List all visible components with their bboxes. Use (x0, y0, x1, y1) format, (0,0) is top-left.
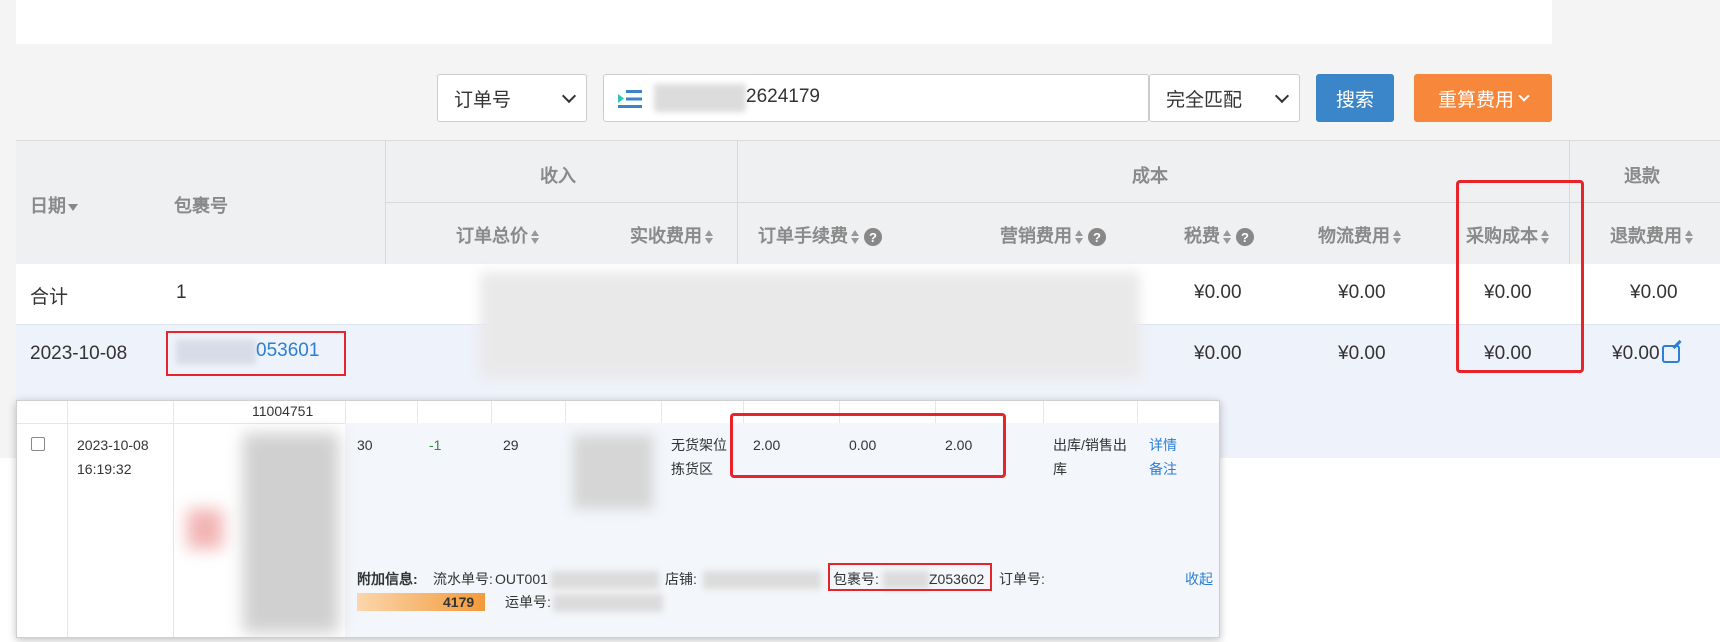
popup-date: 2023-10-08 (77, 437, 149, 453)
redacted-product-badge (187, 509, 223, 549)
header-tax[interactable]: 税费? (1184, 222, 1254, 248)
search-button[interactable]: 搜索 (1316, 74, 1394, 122)
waybill-label: 运单号: (505, 594, 551, 610)
total-package-count: 1 (176, 282, 187, 303)
sort-icon (1684, 228, 1694, 246)
header-marketing-fee[interactable]: 营销费用? (1000, 222, 1106, 248)
header-logistics-fee[interactable]: 物流费用 (1318, 222, 1402, 248)
serial-value: OUT001 (495, 571, 548, 587)
header-refund-group: 退款 (1624, 166, 1660, 186)
store-label: 店铺: (665, 571, 697, 587)
redacted-product-image (243, 433, 339, 633)
sort-icon (704, 228, 714, 246)
detail-link[interactable]: 详情 (1149, 433, 1177, 457)
total-refund: ¥0.00 (1630, 282, 1678, 303)
popup-order-value: 4179 (443, 594, 475, 610)
sort-icon (850, 228, 860, 246)
header-order-total[interactable]: 订单总价 (456, 222, 540, 248)
top-panel (16, 0, 1552, 44)
redacted-store (703, 571, 821, 589)
search-field-select[interactable]: 订单号 (437, 74, 587, 122)
header-date[interactable]: 日期 (30, 192, 78, 218)
match-mode-value: 完全匹配 (1166, 89, 1243, 111)
note-link[interactable]: 备注 (1149, 457, 1177, 481)
sort-down-icon (68, 203, 78, 211)
popup-qty-remaining: 29 (503, 437, 519, 453)
extra-info-label: 附加信息: (357, 571, 418, 587)
header-cost-group: 成本 (1132, 166, 1168, 186)
popup-top-code: 11004751 (252, 403, 314, 419)
chevron-down-icon (1518, 90, 1530, 102)
header-actual-fee[interactable]: 实收费用 (630, 222, 714, 248)
redacted-thumbnail (573, 435, 653, 509)
highlight-package-box (166, 331, 346, 376)
header-package-no: 包裹号 (174, 196, 228, 216)
chevron-down-icon (1274, 88, 1290, 104)
help-icon[interactable]: ? (864, 228, 882, 247)
total-label: 合计 (30, 287, 69, 308)
popup-order-label: 订单号: (999, 571, 1045, 587)
popup-time: 16:19:32 (77, 461, 132, 477)
row-logistics: ¥0.00 (1338, 343, 1386, 364)
popup-qty-change: -1 (429, 437, 442, 453)
popup-qty-total: 30 (357, 437, 373, 453)
recalc-fee-button[interactable]: 重算费用 (1414, 74, 1552, 122)
highlight-popup-package (828, 563, 992, 591)
search-field-select-value: 订单号 (454, 89, 512, 111)
popup-location-line1: 无货架位 (671, 437, 727, 453)
help-icon[interactable]: ? (1088, 228, 1106, 247)
search-query-text: 2624179 (746, 86, 820, 107)
row-tax: ¥0.00 (1194, 343, 1242, 364)
sort-icon (1392, 228, 1402, 246)
sort-icon (1074, 228, 1084, 246)
sort-icon (530, 228, 540, 246)
collapse-link[interactable]: 收起 (1185, 567, 1213, 591)
redacted-amounts (480, 272, 1140, 378)
redacted-serial (551, 571, 659, 589)
redacted-waybill (553, 594, 663, 612)
total-tax: ¥0.00 (1194, 282, 1242, 303)
list-icon (618, 90, 642, 108)
header-income-group: 收入 (540, 166, 576, 186)
highlight-cost-values (730, 413, 1006, 478)
redacted-query-prefix (654, 84, 746, 112)
header-order-fee[interactable]: 订单手续费? (758, 222, 882, 248)
row-refund: ¥0.00 (1612, 343, 1680, 365)
popup-location-line2: 拣货区 (671, 461, 713, 477)
popup-type-line1: 出库/销售出 (1053, 437, 1127, 453)
match-mode-select[interactable]: 完全匹配 (1149, 74, 1300, 122)
popup-type-line2: 库 (1053, 461, 1067, 477)
help-icon[interactable]: ? (1236, 228, 1254, 247)
header-refund-fee[interactable]: 退款费用 (1610, 222, 1694, 248)
highlight-purchase-cost (1456, 180, 1584, 373)
row-date: 2023-10-08 (30, 343, 128, 364)
chevron-down-icon (561, 88, 577, 104)
serial-label: 流水单号: (433, 571, 493, 587)
edit-icon[interactable] (1661, 344, 1680, 363)
total-logistics: ¥0.00 (1338, 282, 1386, 303)
sort-icon (1222, 228, 1232, 246)
inventory-detail-popup: 11004751 2023-10-08 16:19:32 30 -1 29 无货… (16, 400, 1220, 638)
row-checkbox[interactable] (31, 437, 45, 451)
